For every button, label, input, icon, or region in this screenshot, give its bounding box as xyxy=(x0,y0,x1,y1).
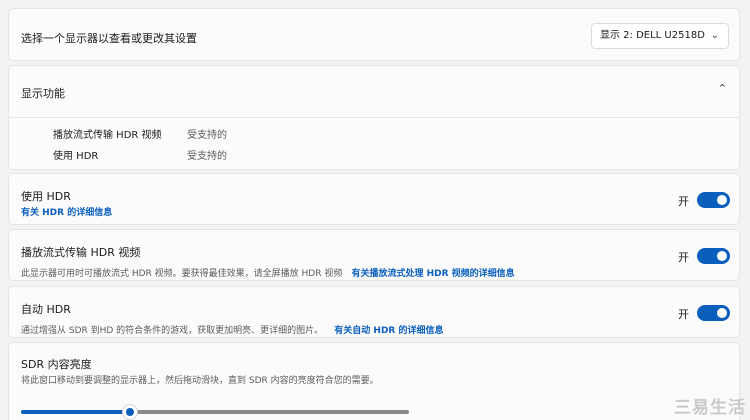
capability-label: 播放流式传输 HDR 视频 xyxy=(53,130,162,141)
display-select-title: 选择一个显示器以查看或更改其设置 xyxy=(21,32,197,45)
auto-hdr-subline: 通过增强从 SDR 到HD 的符合条件的游戏，获取更加明亮、更详细的图片。 有关… xyxy=(21,318,443,337)
stream-hdr-description: 此显示器可用时可播放流式 HDR 视频。要获得最佳效果，请全屏播放 HDR 视频 xyxy=(21,269,343,279)
display-dropdown-value: 显示 2: DELL U2518D xyxy=(600,30,705,41)
capabilities-title: 显示功能 xyxy=(21,87,65,100)
slider-fill xyxy=(21,410,130,414)
divider xyxy=(9,117,739,118)
display-select-card: 选择一个显示器以查看或更改其设置 显示 2: DELL U2518D ⌄ xyxy=(8,8,740,61)
stream-hdr-subline: 此显示器可用时可播放流式 HDR 视频。要获得最佳效果，请全屏播放 HDR 视频… xyxy=(21,261,515,280)
use-hdr-link[interactable]: 有关 HDR 的详细信息 xyxy=(21,205,112,218)
toggle-knob xyxy=(717,195,727,205)
capability-row: 使用 HDR 受支持的 xyxy=(53,147,227,162)
auto-hdr-state: 开 xyxy=(678,308,689,321)
display-capabilities-card: 显示功能 ⌃ 播放流式传输 HDR 视频 受支持的 使用 HDR 受支持的 xyxy=(8,65,740,170)
auto-hdr-description: 通过增强从 SDR 到HD 的符合条件的游戏，获取更加明亮、更详细的图片。 xyxy=(21,326,324,336)
capability-value: 受支持的 xyxy=(187,130,227,141)
auto-hdr-toggle[interactable] xyxy=(697,305,730,321)
auto-hdr-link[interactable]: 有关自动 HDR 的详细信息 xyxy=(334,326,443,336)
sdr-brightness-description: 将此窗口移动到要调整的显示器上，然后拖动滑块，直到 SDR 内容的亮度符合您的需… xyxy=(21,376,379,386)
use-hdr-toggle[interactable] xyxy=(697,192,730,208)
chevron-down-icon: ⌄ xyxy=(710,30,719,41)
sdr-brightness-title: SDR 内容亮度 xyxy=(21,358,92,371)
use-hdr-state: 开 xyxy=(678,195,689,208)
sdr-brightness-slider[interactable] xyxy=(21,404,409,420)
sdr-brightness-card: SDR 内容亮度 将此窗口移动到要调整的显示器上，然后拖动滑块，直到 SDR 内… xyxy=(8,342,740,420)
stream-hdr-title: 播放流式传输 HDR 视频 xyxy=(21,246,141,259)
display-dropdown[interactable]: 显示 2: DELL U2518D ⌄ xyxy=(591,23,729,49)
capability-label: 使用 HDR xyxy=(53,151,99,162)
stream-hdr-state: 开 xyxy=(678,251,689,264)
auto-hdr-title: 自动 HDR xyxy=(21,303,71,316)
watermark-logo: 三易生活 xyxy=(674,398,746,418)
stream-hdr-toggle[interactable] xyxy=(697,248,730,264)
toggle-knob xyxy=(717,251,727,261)
use-hdr-card: 使用 HDR 有关 HDR 的详细信息 开 xyxy=(8,173,740,225)
capability-row: 播放流式传输 HDR 视频 受支持的 xyxy=(53,126,227,141)
stream-hdr-card: 播放流式传输 HDR 视频 此显示器可用时可播放流式 HDR 视频。要获得最佳效… xyxy=(8,229,740,281)
capability-value: 受支持的 xyxy=(187,151,227,162)
toggle-knob xyxy=(717,308,727,318)
stream-hdr-link[interactable]: 有关播放流式处理 HDR 视频的详细信息 xyxy=(351,269,514,279)
use-hdr-title: 使用 HDR xyxy=(21,190,71,203)
chevron-up-icon[interactable]: ⌃ xyxy=(718,82,727,95)
slider-thumb[interactable] xyxy=(122,404,138,420)
auto-hdr-card: 自动 HDR 通过增强从 SDR 到HD 的符合条件的游戏，获取更加明亮、更详细… xyxy=(8,286,740,338)
